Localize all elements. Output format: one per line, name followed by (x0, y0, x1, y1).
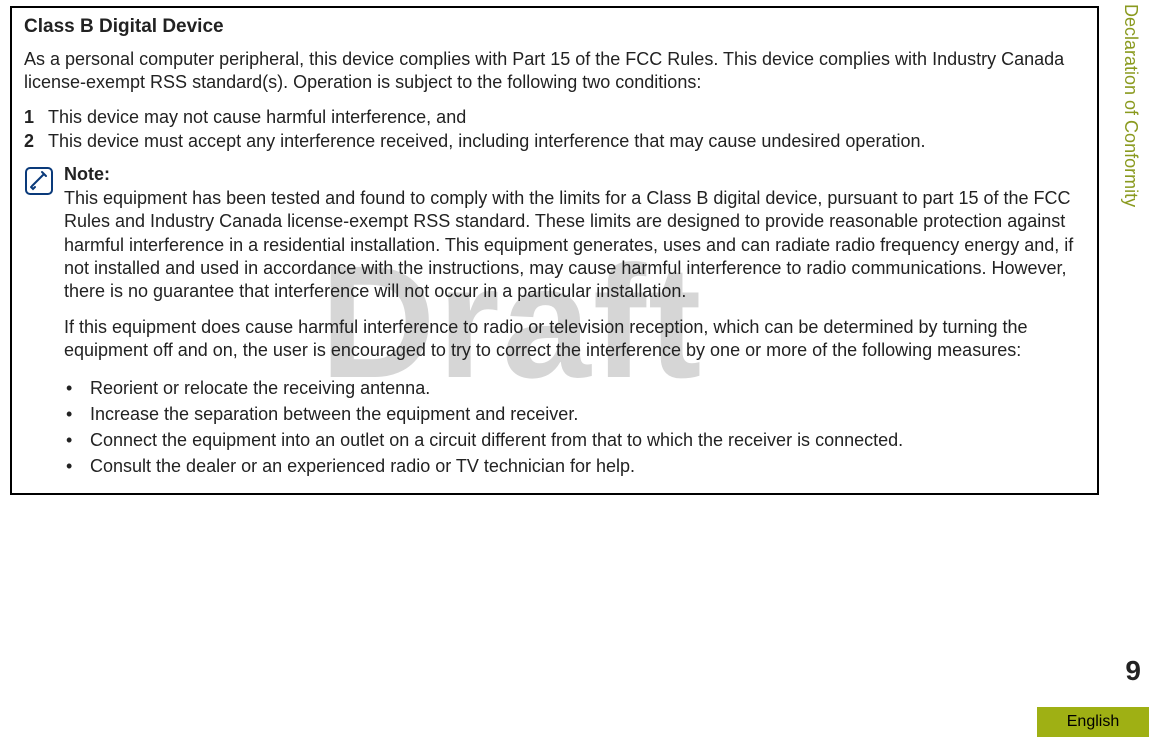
bullet-text: Reorient or relocate the receiving anten… (90, 375, 430, 401)
bullet-mark: • (64, 375, 90, 401)
bullet-item: • Consult the dealer or an experienced r… (64, 453, 1085, 479)
bullet-mark: • (64, 401, 90, 427)
bullet-mark: • (64, 427, 90, 453)
page-number: 9 (1125, 655, 1141, 687)
list-text: This device may not cause harmful interf… (48, 105, 466, 129)
bullet-item: • Reorient or relocate the receiving ant… (64, 375, 1085, 401)
note-label: Note: (64, 164, 110, 184)
content-box: Class B Digital Device As a personal com… (10, 6, 1099, 495)
list-text: This device must accept any interference… (48, 129, 925, 153)
list-number: 2 (24, 129, 48, 153)
box-title: Class B Digital Device (24, 16, 1085, 38)
note-block: Note: This equipment has been tested and… (24, 163, 1085, 479)
section-label: Declaration of Conformity (1120, 4, 1141, 207)
bullet-text: Consult the dealer or an experienced rad… (90, 453, 635, 479)
note-icon (24, 163, 64, 479)
bullet-item: • Connect the equipment into an outlet o… (64, 427, 1085, 453)
intro-paragraph: As a personal computer peripheral, this … (24, 48, 1085, 95)
note-body: Note: This equipment has been tested and… (64, 163, 1085, 479)
bullet-text: Connect the equipment into an outlet on … (90, 427, 903, 453)
language-tab: English (1037, 707, 1149, 737)
list-item: 1 This device may not cause harmful inte… (24, 105, 1085, 129)
list-number: 1 (24, 105, 48, 129)
numbered-list: 1 This device may not cause harmful inte… (24, 105, 1085, 154)
note-paragraph-1: This equipment has been tested and found… (64, 188, 1073, 302)
sidebar: Declaration of Conformity 9 English (1109, 0, 1149, 751)
note-paragraph-2: If this equipment does cause harmful int… (64, 316, 1085, 363)
bullet-text: Increase the separation between the equi… (90, 401, 578, 427)
bullet-list: • Reorient or relocate the receiving ant… (64, 375, 1085, 479)
bullet-item: • Increase the separation between the eq… (64, 401, 1085, 427)
list-item: 2 This device must accept any interferen… (24, 129, 1085, 153)
bullet-mark: • (64, 453, 90, 479)
